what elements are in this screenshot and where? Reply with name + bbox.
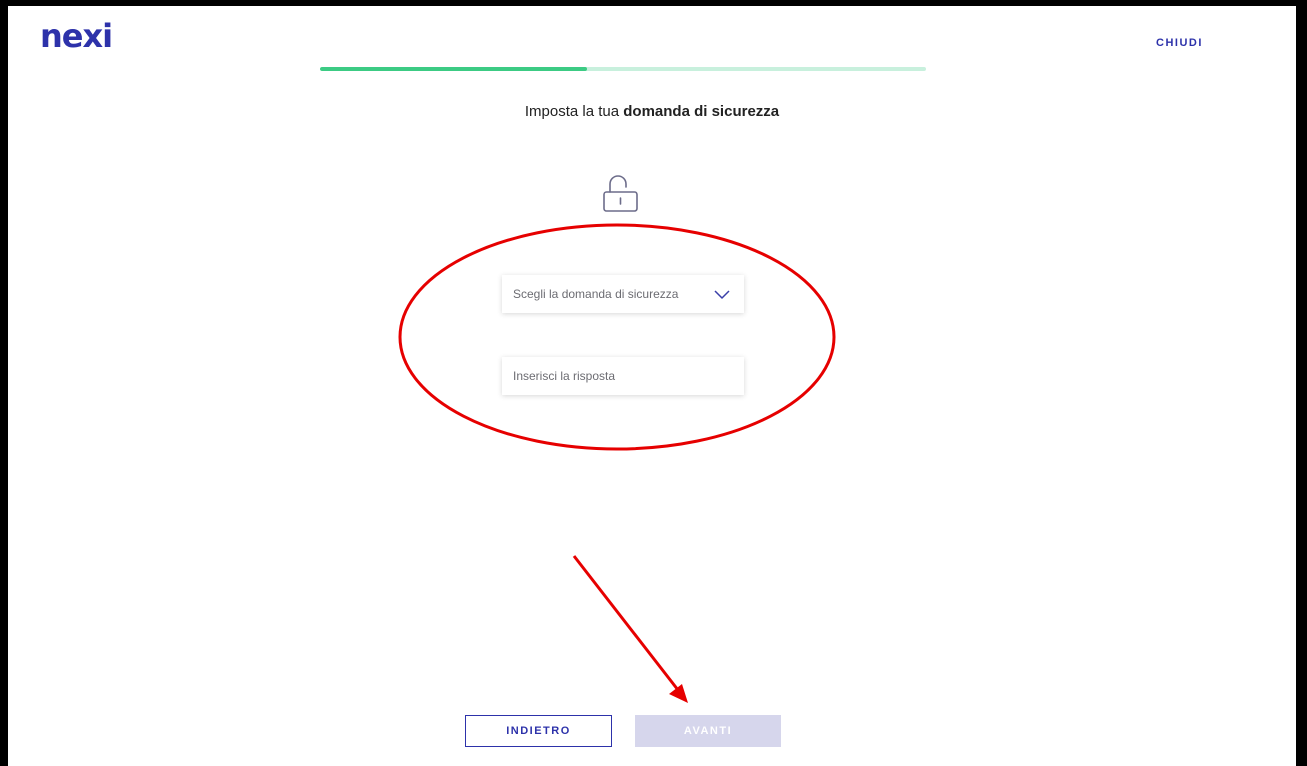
- close-button[interactable]: CHIUDI: [1156, 37, 1203, 49]
- next-button[interactable]: AVANTI: [635, 715, 781, 747]
- progress-bar: [320, 67, 926, 71]
- security-question-label: Scegli la domanda di sicurezza: [513, 287, 679, 301]
- security-answer-field[interactable]: [502, 357, 744, 395]
- security-question-select[interactable]: Scegli la domanda di sicurezza: [502, 275, 744, 313]
- highlight-ellipse: [398, 223, 836, 451]
- back-button[interactable]: INDIETRO: [465, 715, 612, 747]
- app-window: nexi CHIUDI Imposta la tua domanda di si…: [8, 6, 1296, 766]
- title-emphasis: domanda di sicurezza: [623, 103, 780, 120]
- annotation-arrow-shaft: [572, 555, 680, 691]
- annotation-arrow-head: [669, 684, 688, 703]
- chevron-down-icon: [714, 289, 730, 299]
- nexi-logo: nexi: [40, 17, 113, 55]
- security-answer-input[interactable]: [513, 369, 730, 383]
- progress-fill: [320, 67, 587, 71]
- page-title: Imposta la tua domanda di sicurezza: [8, 103, 1296, 120]
- title-prefix: Imposta la tua: [524, 103, 624, 120]
- lock-open-icon: [603, 175, 638, 212]
